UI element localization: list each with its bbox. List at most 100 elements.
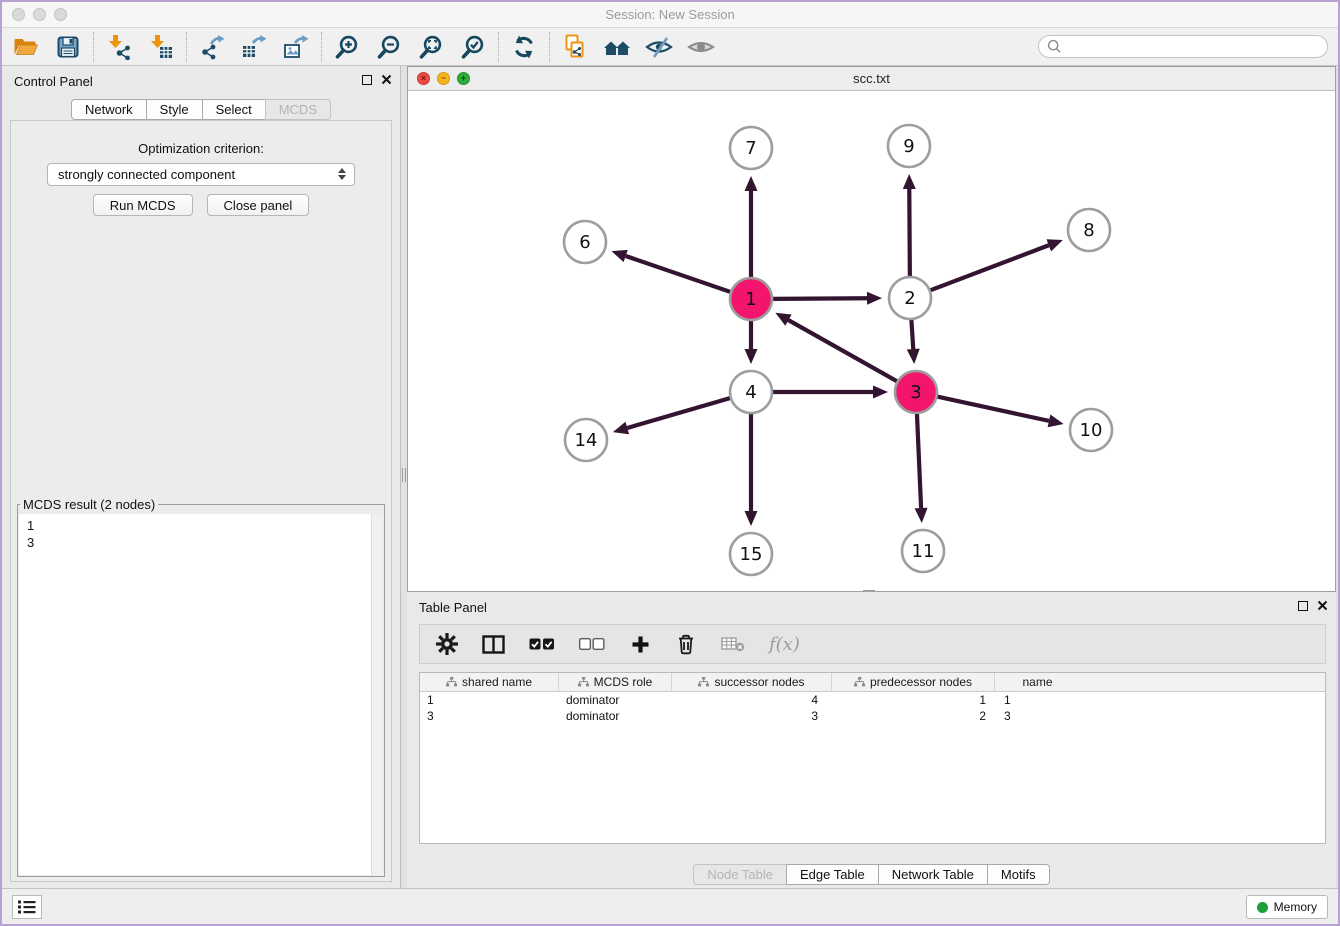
tab-select[interactable]: Select bbox=[202, 99, 266, 120]
dropdown-chevrons-icon bbox=[338, 168, 346, 180]
show-all-eye-icon[interactable] bbox=[685, 32, 717, 62]
column-type-icon bbox=[578, 677, 589, 687]
column-header-successor-nodes[interactable]: successor nodes bbox=[672, 673, 832, 691]
cell-successor-nodes[interactable]: 3 bbox=[672, 708, 832, 724]
deselect-all-icon[interactable] bbox=[579, 631, 605, 657]
table-panel-title: Table Panel bbox=[419, 600, 487, 615]
main-toolbar bbox=[2, 28, 1338, 66]
export-table-icon[interactable] bbox=[238, 32, 270, 62]
graph-node-label: 2 bbox=[904, 288, 915, 309]
cell-shared-name[interactable]: 3 bbox=[420, 708, 559, 724]
export-image-icon[interactable] bbox=[280, 32, 312, 62]
column-header-name[interactable]: name bbox=[995, 673, 1080, 691]
column-type-icon bbox=[698, 677, 709, 687]
node-table: shared name MCDS role successor nodes pr… bbox=[419, 672, 1326, 844]
cell-successor-nodes[interactable]: 4 bbox=[672, 692, 832, 708]
graph-edge[interactable] bbox=[937, 396, 1049, 420]
cell-mcds-role[interactable]: dominator bbox=[559, 708, 672, 724]
float-table-panel-icon[interactable] bbox=[1298, 601, 1308, 611]
graph-node-label: 1 bbox=[745, 289, 756, 310]
graph-edge[interactable] bbox=[909, 189, 910, 277]
cell-mcds-role[interactable]: dominator bbox=[559, 692, 672, 708]
search-input[interactable] bbox=[1038, 35, 1328, 58]
zoom-out-icon[interactable] bbox=[373, 32, 405, 62]
import-network-icon[interactable] bbox=[103, 32, 135, 62]
graph-edge[interactable] bbox=[911, 319, 913, 349]
column-header-shared-name[interactable]: shared name bbox=[420, 673, 559, 691]
control-panel-header: Control Panel bbox=[2, 66, 400, 96]
mcds-result-line: 1 bbox=[27, 517, 375, 534]
save-session-icon[interactable] bbox=[52, 32, 84, 62]
graph-node-label: 3 bbox=[910, 382, 921, 403]
session-title: Session: New Session bbox=[2, 7, 1338, 22]
network-window-title: scc.txt bbox=[408, 71, 1335, 86]
add-column-icon[interactable] bbox=[629, 631, 651, 657]
graph-edge[interactable] bbox=[930, 245, 1049, 290]
cell-shared-name[interactable]: 1 bbox=[420, 692, 559, 708]
graph-edge[interactable] bbox=[626, 256, 731, 292]
table-row[interactable]: 1 dominator 4 1 1 bbox=[420, 692, 1325, 708]
refresh-icon[interactable] bbox=[508, 32, 540, 62]
splitter-grip[interactable] bbox=[402, 468, 406, 482]
graph-edge-arrowhead bbox=[613, 422, 629, 434]
graph-edge[interactable] bbox=[627, 398, 731, 428]
graph-node-label: 8 bbox=[1083, 220, 1094, 241]
result-scrollbar-track[interactable] bbox=[371, 514, 383, 875]
mcds-result-list[interactable]: 1 3 bbox=[19, 514, 383, 875]
cell-name[interactable]: 1 bbox=[995, 692, 1080, 708]
control-panel-tabs: Network Style Select MCDS bbox=[2, 99, 400, 120]
tab-motifs[interactable]: Motifs bbox=[987, 864, 1050, 885]
memory-label: Memory bbox=[1274, 900, 1317, 914]
graph-edge-arrowhead bbox=[745, 511, 758, 526]
import-table-icon[interactable] bbox=[145, 32, 177, 62]
select-all-icon[interactable] bbox=[529, 631, 555, 657]
control-panel: Control Panel Network Style Select MCDS … bbox=[2, 66, 401, 888]
tab-style[interactable]: Style bbox=[146, 99, 203, 120]
open-session-icon[interactable] bbox=[10, 32, 42, 62]
cell-predecessor-nodes[interactable]: 2 bbox=[832, 708, 995, 724]
graph-node-label: 11 bbox=[912, 541, 935, 562]
zoom-selected-icon[interactable] bbox=[457, 32, 489, 62]
hide-selected-eye-icon[interactable] bbox=[643, 32, 675, 62]
run-mcds-button[interactable]: Run MCDS bbox=[93, 194, 193, 216]
zoom-fit-icon[interactable] bbox=[415, 32, 447, 62]
graph-edge-arrowhead bbox=[745, 176, 758, 191]
column-header-predecessor-nodes[interactable]: predecessor nodes bbox=[832, 673, 995, 691]
graph-edge[interactable] bbox=[788, 320, 897, 382]
float-panel-icon[interactable] bbox=[362, 75, 372, 85]
tab-node-table[interactable]: Node Table bbox=[693, 864, 787, 885]
first-neighbors-icon[interactable] bbox=[601, 32, 633, 62]
table-row[interactable]: 3 dominator 3 2 3 bbox=[420, 708, 1325, 724]
tab-edge-table[interactable]: Edge Table bbox=[786, 864, 879, 885]
memory-button[interactable]: Memory bbox=[1246, 895, 1328, 919]
cell-predecessor-nodes[interactable]: 1 bbox=[832, 692, 995, 708]
graph-edge[interactable] bbox=[772, 298, 867, 299]
zoom-in-icon[interactable] bbox=[331, 32, 363, 62]
split-view-icon[interactable] bbox=[482, 631, 505, 657]
optimization-criterion-dropdown[interactable]: strongly connected component bbox=[47, 163, 355, 186]
function-builder-icon: f(x) bbox=[769, 631, 800, 657]
network-canvas[interactable]: 1234678910111415 bbox=[408, 91, 1335, 591]
close-panel-icon[interactable] bbox=[381, 74, 392, 85]
task-history-button[interactable] bbox=[12, 895, 42, 919]
graph-node-label: 15 bbox=[740, 544, 763, 565]
tab-network[interactable]: Network bbox=[71, 99, 147, 120]
close-table-panel-icon[interactable] bbox=[1317, 600, 1328, 611]
delete-column-trash-icon[interactable] bbox=[675, 631, 697, 657]
table-tabs: Node Table Edge Table Network Table Moti… bbox=[407, 864, 1336, 885]
column-type-icon bbox=[446, 677, 457, 687]
export-network-icon[interactable] bbox=[196, 32, 228, 62]
mcds-tab-content: Optimization criterion: strongly connect… bbox=[10, 120, 392, 882]
graph-node-label: 4 bbox=[745, 382, 756, 403]
graph-edge[interactable] bbox=[917, 413, 921, 508]
dropdown-selected-value: strongly connected component bbox=[58, 167, 235, 182]
graph-node-label: 9 bbox=[903, 136, 914, 157]
copy-network-icon[interactable] bbox=[559, 32, 591, 62]
destroy-table-icon bbox=[721, 631, 745, 657]
table-options-gear-icon[interactable] bbox=[436, 631, 458, 657]
column-header-mcds-role[interactable]: MCDS role bbox=[559, 673, 672, 691]
tab-mcds[interactable]: MCDS bbox=[265, 99, 331, 120]
close-panel-button[interactable]: Close panel bbox=[207, 194, 310, 216]
cell-name[interactable]: 3 bbox=[995, 708, 1080, 724]
tab-network-table[interactable]: Network Table bbox=[878, 864, 988, 885]
